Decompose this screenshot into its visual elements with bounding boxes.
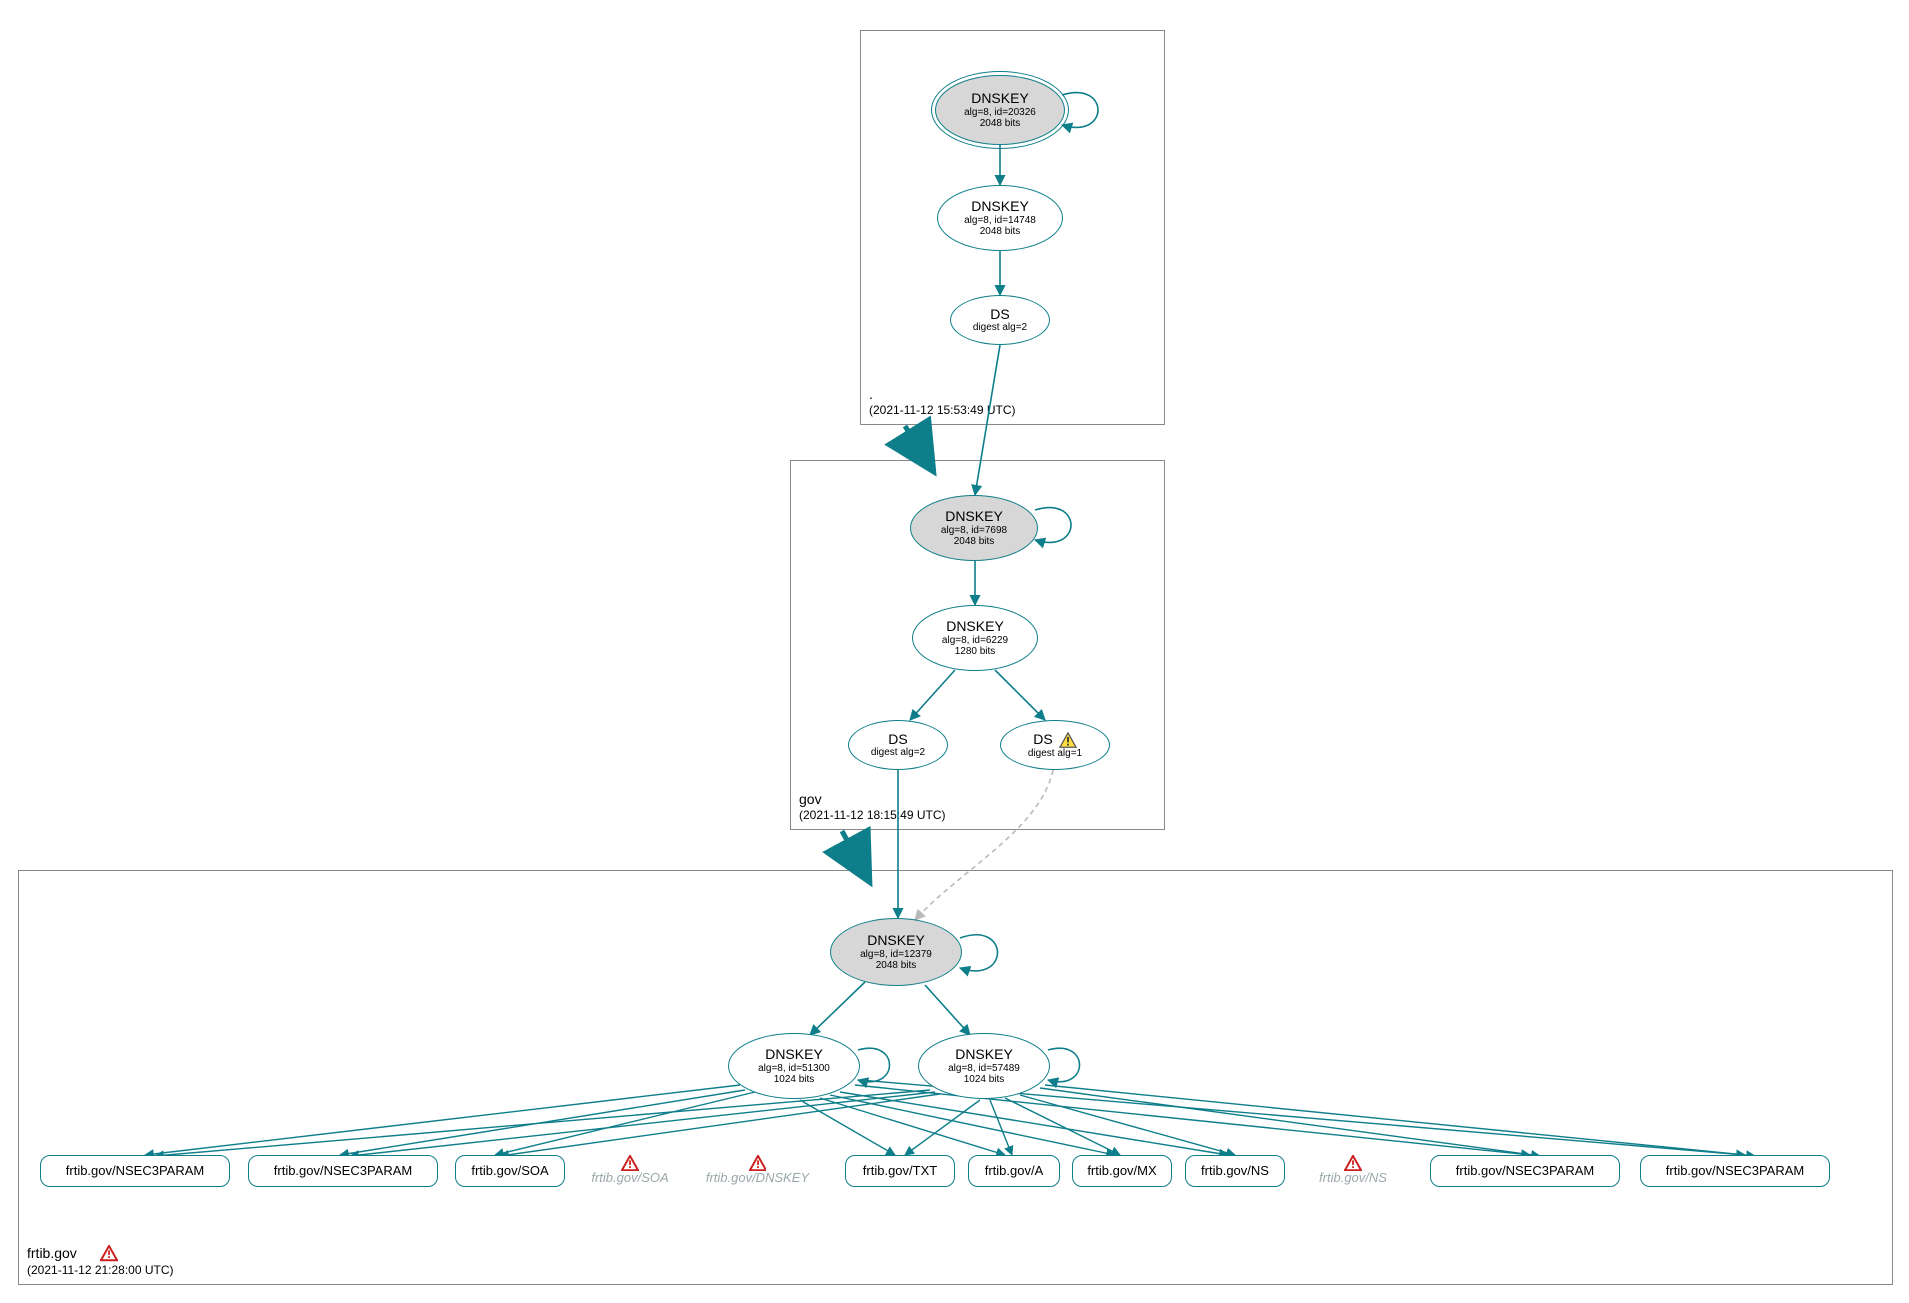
rrset-mx[interactable]: frtib.gov/MX: [1072, 1155, 1172, 1187]
rrset-nsec3param-0[interactable]: frtib.gov/NSEC3PARAM: [40, 1155, 230, 1187]
rrset-nsec3param-2[interactable]: frtib.gov/NSEC3PARAM: [1430, 1155, 1620, 1187]
node-frtib-zsk2[interactable]: DNSKEY alg=8, id=57489 1024 bits: [918, 1033, 1050, 1099]
rrset-ns[interactable]: frtib.gov/NS: [1185, 1155, 1285, 1187]
error-icon: [621, 1155, 639, 1171]
rrset-dnskey-phantom: frtib.gov/DNSKEY: [690, 1150, 825, 1190]
dnssec-graph-canvas: . (2021-11-12 15:53:49 UTC) gov (2021-11…: [0, 0, 1909, 1303]
zone-frtib-label: frtib.gov (2021-11-12 21:28:00 UTC): [27, 1245, 174, 1278]
rrset-nsec3param-3[interactable]: frtib.gov/NSEC3PARAM: [1640, 1155, 1830, 1187]
error-icon: [1344, 1155, 1362, 1171]
rrset-ns-phantom: frtib.gov/NS: [1298, 1150, 1408, 1190]
zone-root-label: . (2021-11-12 15:53:49 UTC): [869, 386, 1016, 419]
zone-gov-label: gov (2021-11-12 18:15:49 UTC): [799, 791, 946, 824]
node-gov-ds2[interactable]: DS digest alg=1: [1000, 720, 1110, 770]
node-gov-ksk[interactable]: DNSKEY alg=8, id=7698 2048 bits: [910, 495, 1038, 561]
node-frtib-zsk1[interactable]: DNSKEY alg=8, id=51300 1024 bits: [728, 1033, 860, 1099]
node-root-ds[interactable]: DS digest alg=2: [950, 295, 1050, 345]
error-icon: [749, 1155, 767, 1171]
node-frtib-ksk[interactable]: DNSKEY alg=8, id=12379 2048 bits: [830, 918, 962, 986]
node-root-zsk[interactable]: DNSKEY alg=8, id=14748 2048 bits: [937, 185, 1063, 251]
rrset-soa[interactable]: frtib.gov/SOA: [455, 1155, 565, 1187]
node-gov-ds1[interactable]: DS digest alg=2: [848, 720, 948, 770]
node-gov-zsk[interactable]: DNSKEY alg=8, id=6229 1280 bits: [912, 605, 1038, 671]
node-root-ksk[interactable]: DNSKEY alg=8, id=20326 2048 bits: [935, 75, 1065, 145]
rrset-txt[interactable]: frtib.gov/TXT: [845, 1155, 955, 1187]
rrset-soa-phantom: frtib.gov/SOA: [575, 1150, 685, 1190]
rrset-a[interactable]: frtib.gov/A: [968, 1155, 1060, 1187]
warning-icon: [1059, 732, 1077, 748]
error-icon: [100, 1245, 118, 1261]
rrset-nsec3param-1[interactable]: frtib.gov/NSEC3PARAM: [248, 1155, 438, 1187]
